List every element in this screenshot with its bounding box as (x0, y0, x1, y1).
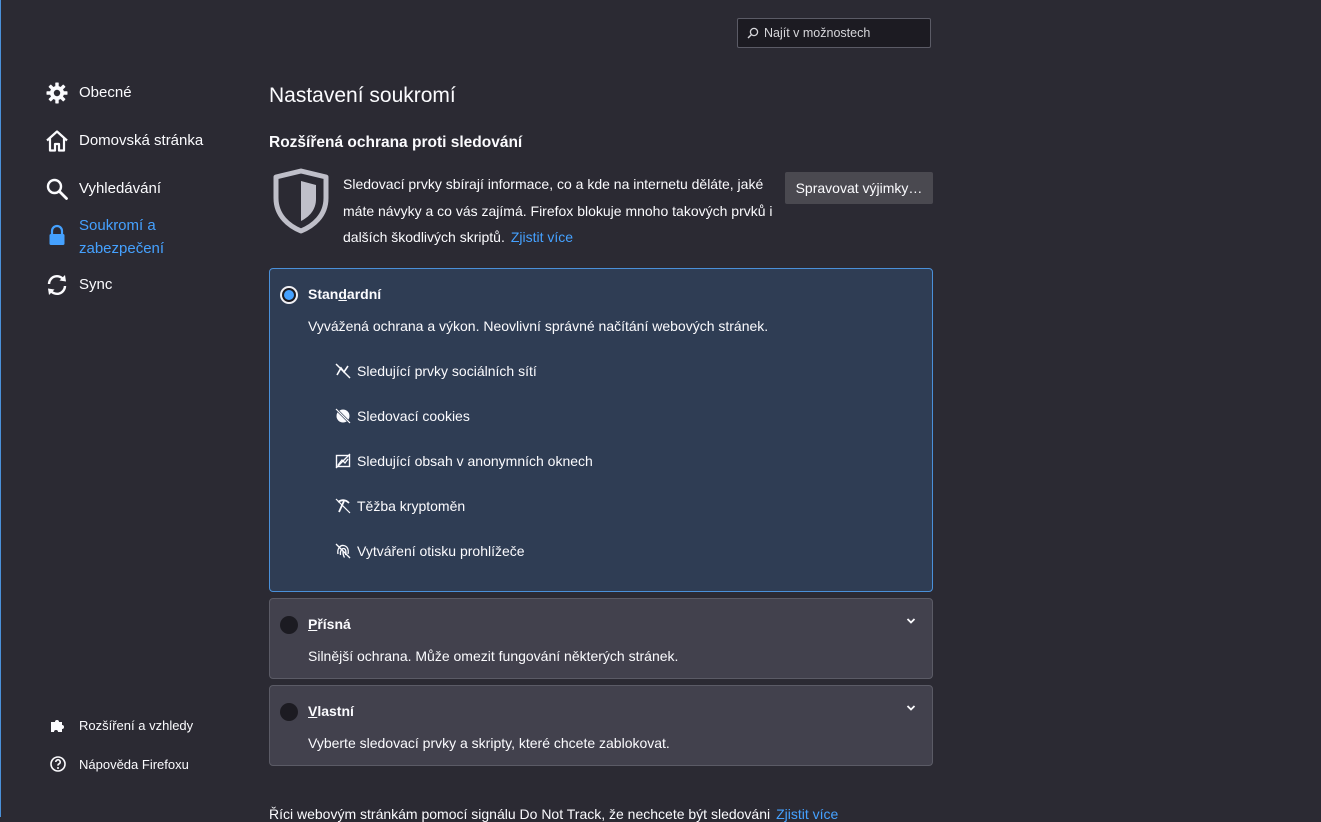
do-not-track-description: Říci webovým stránkám pomocí signálu Do … (269, 806, 838, 822)
home-icon (44, 128, 70, 154)
help-icon (48, 754, 68, 774)
cryptominer-icon (335, 498, 351, 514)
dnt-learn-more-link[interactable]: Zjistit více (776, 806, 838, 822)
sync-icon (44, 272, 70, 298)
feature-tracking-content: Sledující obsah v anonymních oknech (335, 453, 593, 469)
section-title: Rozšířená ochrana proti sledování (269, 134, 523, 151)
option-custom[interactable]: Vlastní Vyberte sledovací prvky a skript… (269, 685, 933, 766)
sidebar-item-search[interactable]: Vyhledávání (44, 176, 161, 202)
feature-label: Vytváření otisku prohlížeče (357, 543, 525, 559)
learn-more-link[interactable]: Zjistit více (511, 229, 573, 245)
chevron-down-icon[interactable] (906, 704, 916, 712)
option-title: Vlastní (308, 703, 354, 719)
do-not-track-text: Říci webovým stránkám pomocí signálu Do … (269, 806, 771, 822)
option-description: Silnější ochrana. Může omezit fungování … (308, 648, 679, 664)
feature-cookies: Sledovací cookies (335, 408, 470, 424)
search-icon (44, 176, 70, 202)
option-description: Vyvážená ochrana a výkon. Neovlivní sprá… (308, 318, 769, 334)
sidebar-item-label: Vyhledávání (79, 180, 162, 197)
option-description: Vyberte sledovací prvky a skripty, které… (308, 735, 670, 751)
feature-social-trackers: Sledující prvky sociálních sítí (335, 363, 537, 379)
option-title: Standardní (308, 286, 382, 302)
sidebar-item-sync[interactable]: Sync (44, 272, 112, 298)
feature-label: Sledovací cookies (357, 408, 470, 424)
gear-icon (44, 80, 70, 106)
cookie-icon (335, 408, 351, 424)
option-standard[interactable]: Standardní Vyvážená ochrana a výkon. Neo… (269, 268, 933, 592)
sidebar-item-home[interactable]: Domovská stránka (44, 128, 203, 154)
shield-icon (273, 168, 329, 234)
sidebar-item-label: Soukromí a zabezpečení (79, 217, 165, 257)
chevron-down-icon[interactable] (906, 617, 916, 625)
sidebar-item-general[interactable]: Obecné (44, 80, 132, 106)
etp-description: Sledovací prvky sbírají informace, co a … (343, 171, 773, 251)
page-title: Nastavení soukromí (269, 84, 456, 107)
search-icon (747, 27, 759, 39)
sidebar-item-label: Domovská stránka (79, 132, 204, 149)
sidebar-item-label: Nápověda Firefoxu (79, 756, 189, 772)
sidebar-item-label: Sync (79, 276, 113, 293)
sidebar-item-help[interactable]: Nápověda Firefoxu (48, 754, 189, 774)
tracking-content-icon (335, 453, 351, 469)
option-title: Přísná (308, 616, 351, 632)
feature-label: Sledující obsah v anonymních oknech (357, 453, 593, 469)
option-strict[interactable]: Přísná Silnější ochrana. Může omezit fun… (269, 598, 933, 679)
feature-label: Těžba kryptoměn (357, 498, 466, 514)
sidebar-item-label: Obecné (79, 84, 132, 101)
sidebar-item-privacy[interactable]: Soukromí a zabezpečení (44, 213, 189, 260)
fingerprint-icon (335, 543, 351, 559)
feature-cryptominers: Těžba kryptoměn (335, 498, 465, 514)
search-input[interactable] (764, 19, 924, 47)
window-edge (0, 0, 1, 817)
sidebar-item-addons[interactable]: Rozšíření a vzhledy (48, 715, 193, 735)
feature-label: Sledující prvky sociálních sítí (357, 363, 537, 379)
lock-icon (44, 222, 70, 248)
social-tracker-icon (335, 363, 351, 379)
search-field[interactable] (737, 18, 931, 48)
radio-custom[interactable] (280, 703, 298, 721)
feature-fingerprinters: Vytváření otisku prohlížeče (335, 543, 525, 559)
manage-exceptions-button[interactable]: Spravovat výjimky… (785, 172, 933, 204)
puzzle-icon (48, 715, 68, 735)
radio-strict[interactable] (280, 616, 298, 634)
radio-standard[interactable] (280, 286, 298, 304)
sidebar-item-label: Rozšíření a vzhledy (79, 717, 194, 733)
